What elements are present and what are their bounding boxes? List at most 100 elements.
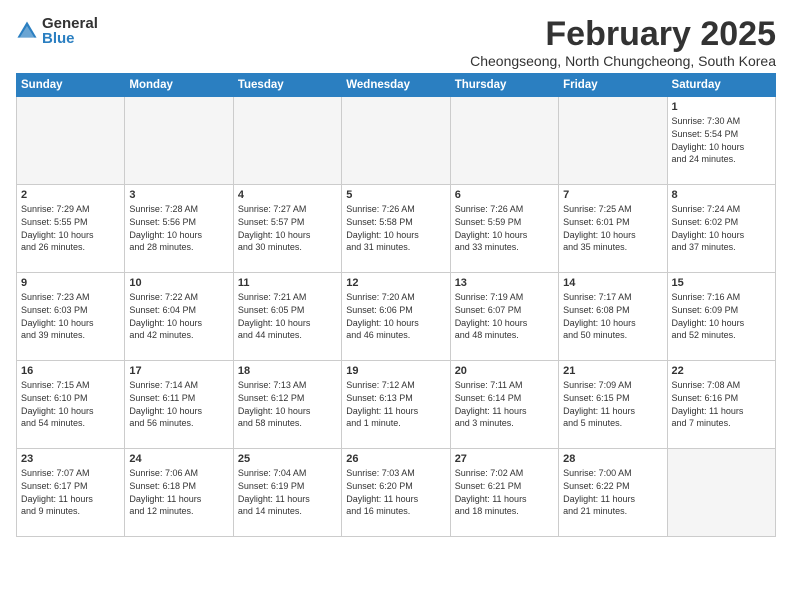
title-block: February 2025 Cheongseong, North Chungch… [470,16,776,69]
calendar-cell: 15 Sunrise: 7:16 AM Sunset: 6:09 PM Dayli… [667,273,775,361]
weekday-header-friday: Friday [559,74,667,97]
calendar-cell [342,97,450,185]
day-number: 25 [238,453,337,465]
calendar-cell: 16 Sunrise: 7:15 AM Sunset: 6:10 PM Dayli… [17,361,125,449]
day-number: 18 [238,365,337,377]
calendar-header: SundayMondayTuesdayWednesdayThursdayFrid… [17,74,776,97]
day-number: 4 [238,189,337,201]
calendar-cell: 11 Sunrise: 7:21 AM Sunset: 6:05 PM Dayli… [233,273,341,361]
day-number: 26 [346,453,445,465]
day-number: 20 [455,365,554,377]
day-info: Sunrise: 7:21 AM Sunset: 6:05 PM Dayligh… [238,291,337,341]
day-number: 11 [238,277,337,289]
calendar-subtitle: Cheongseong, North Chungcheong, South Ko… [470,53,776,69]
day-number: 3 [129,189,228,201]
calendar-cell: 6 Sunrise: 7:26 AM Sunset: 5:59 PM Daylig… [450,185,558,273]
calendar-cell: 18Sunrise: 7:13 AM Sunset: 6:12 PM Dayli… [233,361,341,449]
day-info: Sunrise: 7:03 AM Sunset: 6:20 PM Dayligh… [346,467,445,517]
calendar-cell: 17 Sunrise: 7:14 AM Sunset: 6:11 PM Dayli… [125,361,233,449]
day-number: 19 [346,365,445,377]
page-header: General Blue February 2025 Cheongseong, … [16,16,776,69]
day-info: Sunrise: 7:00 AM Sunset: 6:22 PM Dayligh… [563,467,662,517]
calendar-cell: 8 Sunrise: 7:24 AM Sunset: 6:02 PM Daylig… [667,185,775,273]
weekday-header-monday: Monday [125,74,233,97]
day-info: Sunrise: 7:11 AM Sunset: 6:14 PM Dayligh… [455,379,554,429]
day-info: Sunrise: 7:30 AM Sunset: 5:54 PM Dayligh… [672,115,771,165]
day-info: Sunrise: 7:17 AM Sunset: 6:08 PM Dayligh… [563,291,662,341]
day-info: Sunrise: 7:06 AM Sunset: 6:18 PM Dayligh… [129,467,228,517]
calendar-cell: 21Sunrise: 7:09 AM Sunset: 6:15 PM Dayli… [559,361,667,449]
calendar-cell: 14 Sunrise: 7:17 AM Sunset: 6:08 PM Dayli… [559,273,667,361]
day-number: 2 [21,189,120,201]
calendar-cell [233,97,341,185]
day-info: Sunrise: 7:04 AM Sunset: 6:19 PM Dayligh… [238,467,337,517]
weekday-header-saturday: Saturday [667,74,775,97]
day-number: 15 [672,277,771,289]
day-number: 5 [346,189,445,201]
weekday-header-thursday: Thursday [450,74,558,97]
day-info: Sunrise: 7:02 AM Sunset: 6:21 PM Dayligh… [455,467,554,517]
day-number: 8 [672,189,771,201]
day-number: 17 [129,365,228,377]
day-number: 21 [563,365,662,377]
day-info: Sunrise: 7:26 AM Sunset: 5:58 PM Dayligh… [346,203,445,253]
day-number: 24 [129,453,228,465]
day-number: 14 [563,277,662,289]
day-number: 23 [21,453,120,465]
day-info: Sunrise: 7:22 AM Sunset: 6:04 PM Dayligh… [129,291,228,341]
calendar-cell: 23Sunrise: 7:07 AM Sunset: 6:17 PM Dayli… [17,449,125,537]
day-number: 13 [455,277,554,289]
day-number: 7 [563,189,662,201]
weekday-header-sunday: Sunday [17,74,125,97]
day-info: Sunrise: 7:23 AM Sunset: 6:03 PM Dayligh… [21,291,120,341]
weekday-header-wednesday: Wednesday [342,74,450,97]
day-number: 6 [455,189,554,201]
logo-icon [16,20,38,42]
calendar-week-4: 16 Sunrise: 7:15 AM Sunset: 6:10 PM Dayli… [17,361,776,449]
day-info: Sunrise: 7:28 AM Sunset: 5:56 PM Dayligh… [129,203,228,253]
calendar-cell: 1 Sunrise: 7:30 AM Sunset: 5:54 PM Daylig… [667,97,775,185]
calendar-cell [450,97,558,185]
day-info: Sunrise: 7:26 AM Sunset: 5:59 PM Dayligh… [455,203,554,253]
calendar-cell: 7 Sunrise: 7:25 AM Sunset: 6:01 PM Daylig… [559,185,667,273]
calendar-cell: 4 Sunrise: 7:27 AM Sunset: 5:57 PM Daylig… [233,185,341,273]
day-info: Sunrise: 7:25 AM Sunset: 6:01 PM Dayligh… [563,203,662,253]
day-number: 10 [129,277,228,289]
weekday-row: SundayMondayTuesdayWednesdayThursdayFrid… [17,74,776,97]
calendar-body: 1 Sunrise: 7:30 AM Sunset: 5:54 PM Daylig… [17,97,776,537]
day-info: Sunrise: 7:08 AM Sunset: 6:16 PM Dayligh… [672,379,771,429]
calendar-cell: 27 Sunrise: 7:02 AM Sunset: 6:21 PM Dayli… [450,449,558,537]
calendar-cell: 22 Sunrise: 7:08 AM Sunset: 6:16 PM Dayli… [667,361,775,449]
day-number: 27 [455,453,554,465]
day-info: Sunrise: 7:24 AM Sunset: 6:02 PM Dayligh… [672,203,771,253]
day-number: 22 [672,365,771,377]
calendar-cell: 10 Sunrise: 7:22 AM Sunset: 6:04 PM Dayli… [125,273,233,361]
calendar-cell: 2 Sunrise: 7:29 AM Sunset: 5:55 PM Daylig… [17,185,125,273]
calendar-cell [17,97,125,185]
calendar-title: February 2025 [470,16,776,53]
logo: General Blue [16,16,98,46]
calendar-table: SundayMondayTuesdayWednesdayThursdayFrid… [16,73,776,537]
day-info: Sunrise: 7:19 AM Sunset: 6:07 PM Dayligh… [455,291,554,341]
calendar-cell [559,97,667,185]
calendar-cell: 25 Sunrise: 7:04 AM Sunset: 6:19 PM Dayli… [233,449,341,537]
day-info: Sunrise: 7:16 AM Sunset: 6:09 PM Dayligh… [672,291,771,341]
day-number: 1 [672,101,771,113]
day-number: 16 [21,365,120,377]
day-info: Sunrise: 7:20 AM Sunset: 6:06 PM Dayligh… [346,291,445,341]
day-info: Sunrise: 7:29 AM Sunset: 5:55 PM Dayligh… [21,203,120,253]
day-info: Sunrise: 7:14 AM Sunset: 6:11 PM Dayligh… [129,379,228,429]
calendar-week-3: 9 Sunrise: 7:23 AM Sunset: 6:03 PM Daylig… [17,273,776,361]
calendar-cell: 24 Sunrise: 7:06 AM Sunset: 6:18 PM Dayli… [125,449,233,537]
calendar-cell: 13 Sunrise: 7:19 AM Sunset: 6:07 PM Dayli… [450,273,558,361]
day-info: Sunrise: 7:15 AM Sunset: 6:10 PM Dayligh… [21,379,120,429]
calendar-cell: 12Sunrise: 7:20 AM Sunset: 6:06 PM Dayli… [342,273,450,361]
day-info: Sunrise: 7:27 AM Sunset: 5:57 PM Dayligh… [238,203,337,253]
calendar-week-5: 23Sunrise: 7:07 AM Sunset: 6:17 PM Dayli… [17,449,776,537]
calendar-cell [667,449,775,537]
day-number: 9 [21,277,120,289]
calendar-cell [125,97,233,185]
day-info: Sunrise: 7:12 AM Sunset: 6:13 PM Dayligh… [346,379,445,429]
calendar-cell: 28Sunrise: 7:00 AM Sunset: 6:22 PM Dayli… [559,449,667,537]
calendar-week-1: 1 Sunrise: 7:30 AM Sunset: 5:54 PM Daylig… [17,97,776,185]
